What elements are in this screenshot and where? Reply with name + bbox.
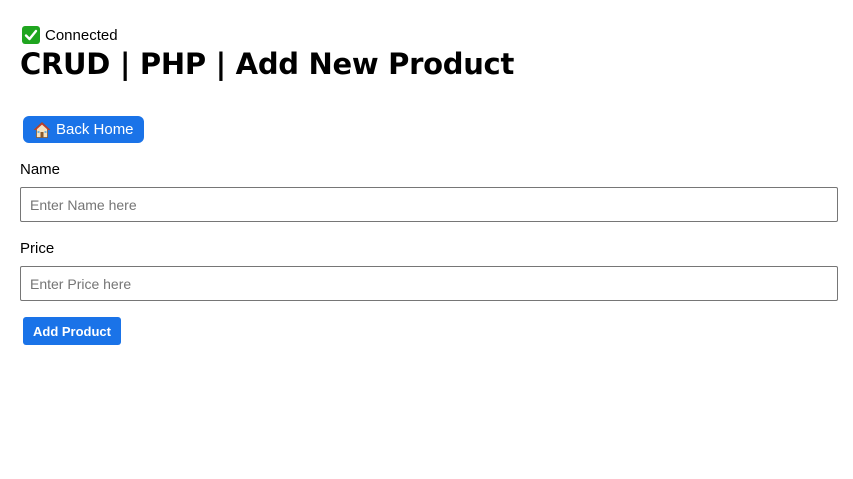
connection-status: Connected xyxy=(22,26,118,44)
price-input[interactable] xyxy=(20,266,838,301)
add-product-button[interactable]: Add Product xyxy=(23,317,121,345)
page-title: CRUD | PHP | Add New Product xyxy=(20,47,515,81)
name-input[interactable] xyxy=(20,187,838,222)
back-home-button[interactable]: Back Home xyxy=(23,116,144,143)
price-label: Price xyxy=(20,240,55,257)
name-label: Name xyxy=(20,161,61,178)
check-mark-icon xyxy=(22,26,40,44)
page: Connected CRUD | PHP | Add New Product B… xyxy=(0,0,853,479)
back-home-label: Back Home xyxy=(56,121,134,138)
house-icon xyxy=(33,121,51,139)
connection-status-text: Connected xyxy=(45,26,118,44)
